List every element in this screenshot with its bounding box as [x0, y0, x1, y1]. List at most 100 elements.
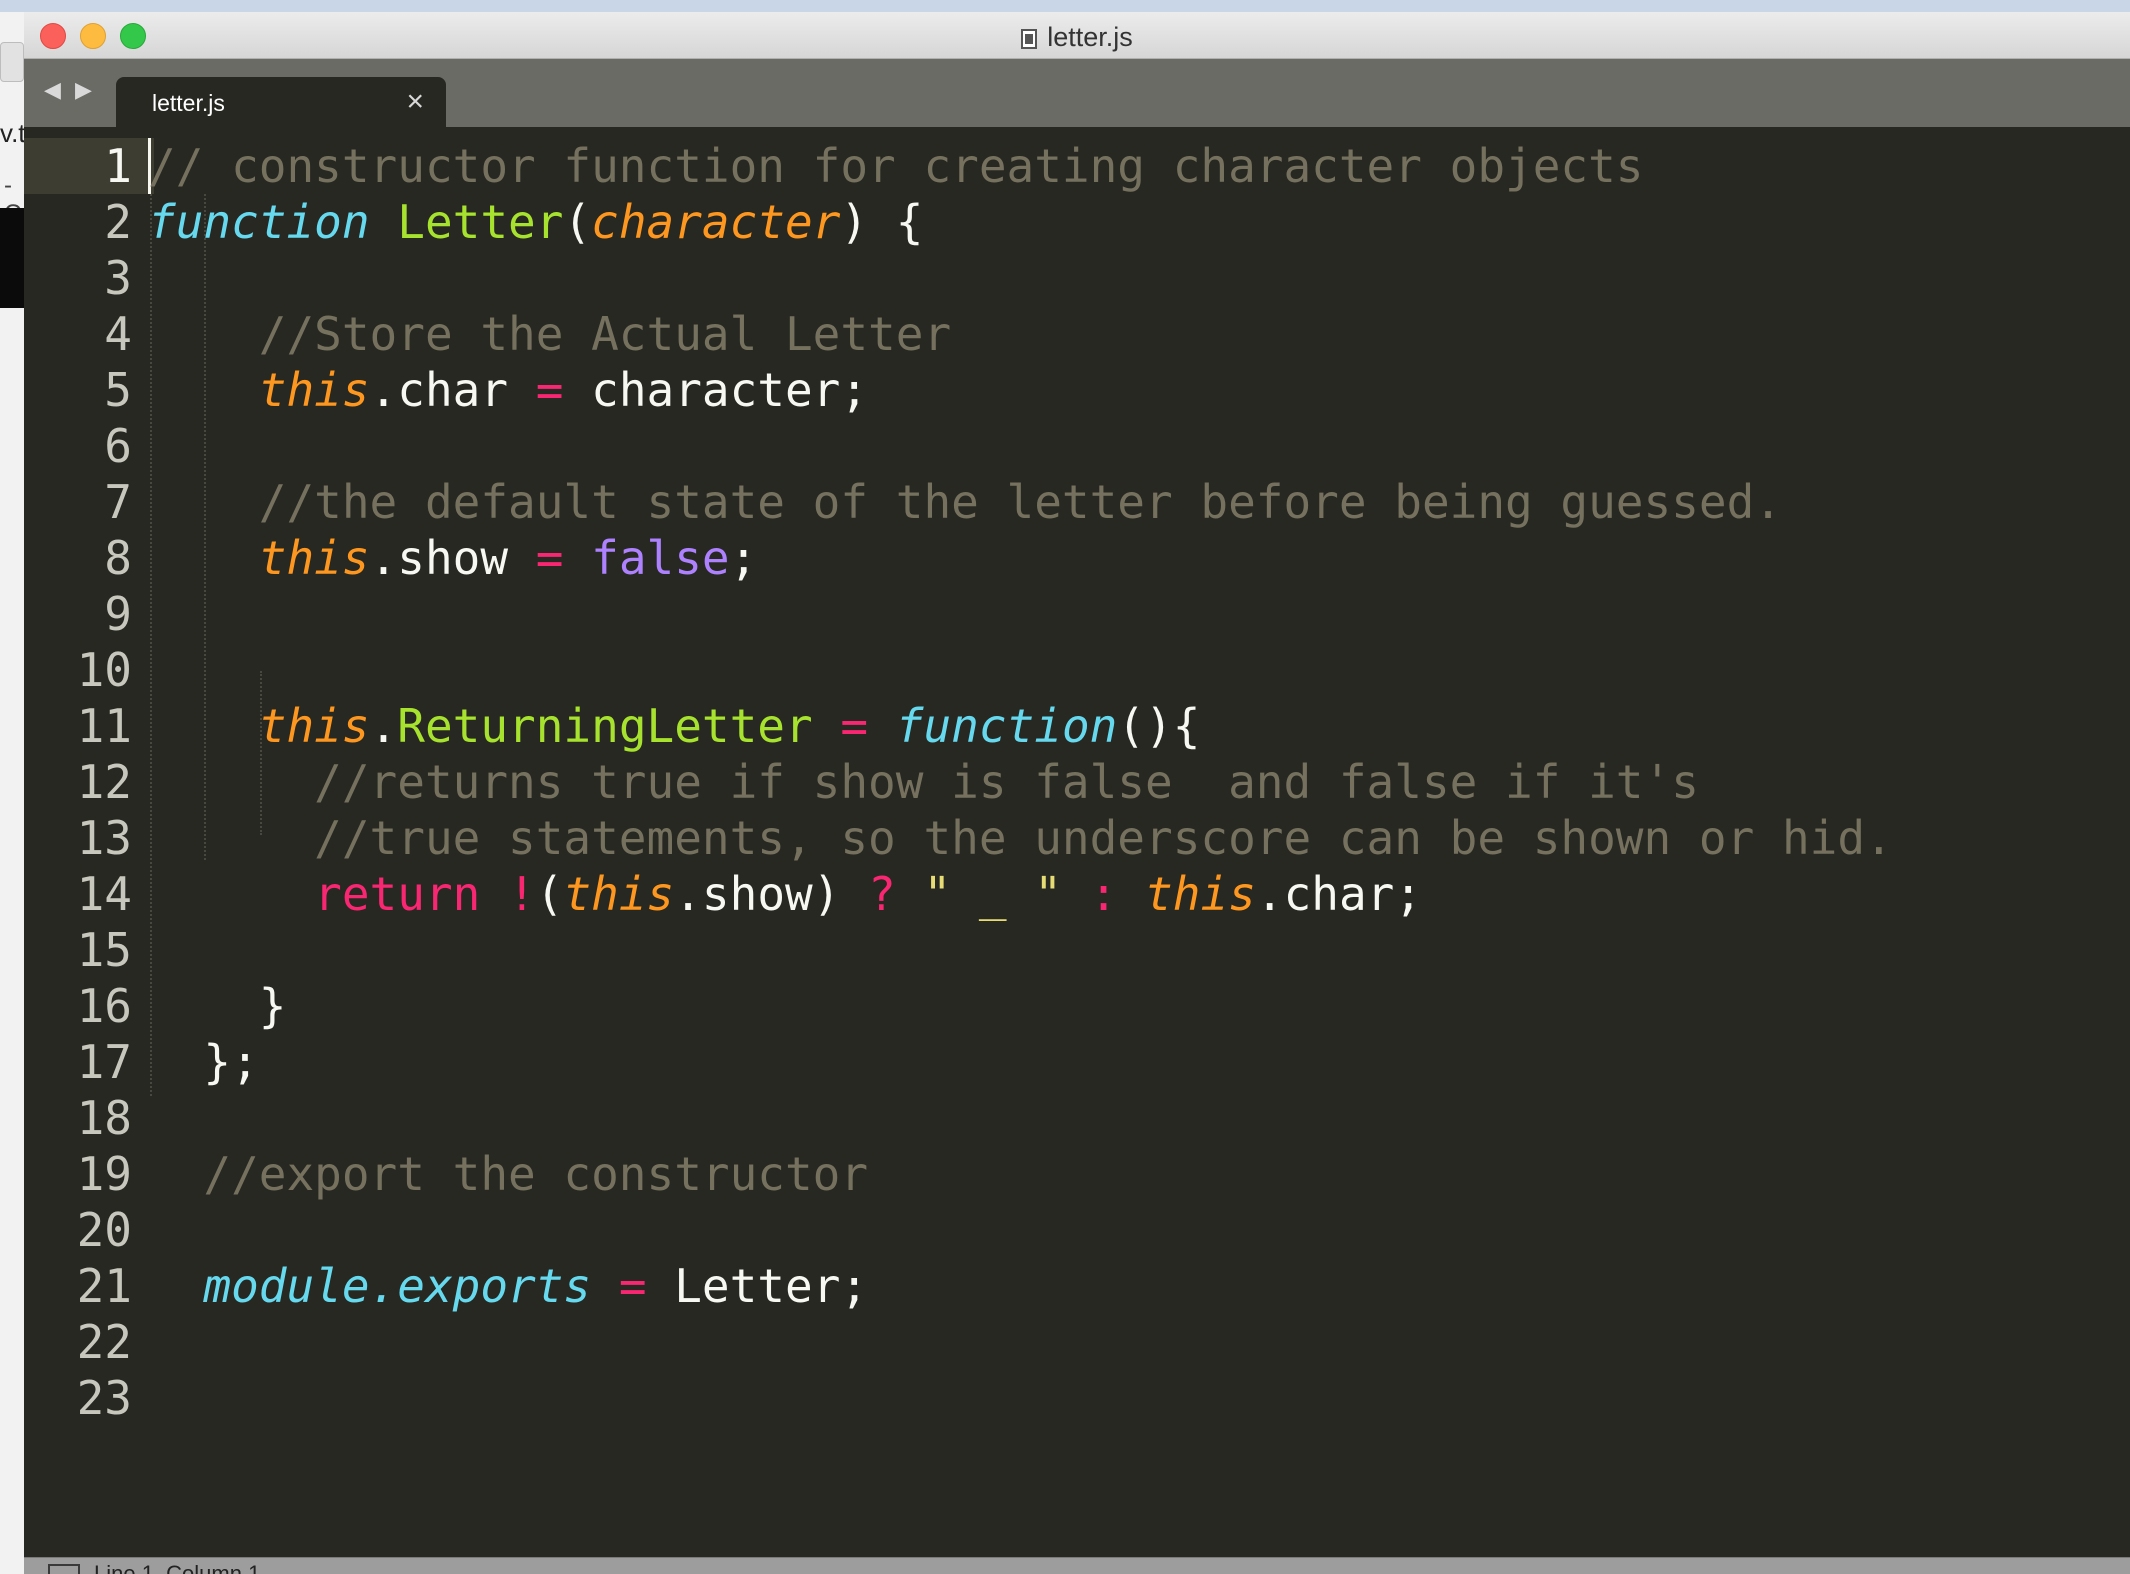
code-token: ( [535, 867, 564, 921]
background-browser-window[interactable]: v.tu - C [0, 12, 40, 1574]
code-text: this.ReturningLetter = function(){ [148, 698, 1201, 754]
code-text: //returns true if show is false and fals… [148, 754, 1699, 810]
code-text: } [148, 978, 287, 1034]
code-line[interactable]: 14 return !(this.show) ? " _ " : this.ch… [24, 866, 2130, 922]
line-number: 17 [76, 1035, 132, 1089]
code-token: //true statements, so the underscore can… [314, 811, 1893, 865]
line-number: 13 [76, 811, 132, 865]
code-token: ) { [840, 195, 924, 249]
line-number: 4 [104, 307, 132, 361]
line-number: 19 [76, 1147, 132, 1201]
code-token: = [618, 1259, 647, 1313]
code-line[interactable]: 20 [24, 1202, 2130, 1258]
line-number: 3 [104, 251, 132, 305]
code-line[interactable]: 9 [24, 586, 2130, 642]
code-text: // constructor function for creating cha… [148, 138, 1644, 194]
line-number: 10 [76, 643, 132, 697]
code-token: ! [508, 867, 536, 921]
code-line[interactable]: 10 [24, 642, 2130, 698]
tab-label: letter.js [152, 90, 225, 116]
code-line[interactable]: 18 [24, 1090, 2130, 1146]
code-editor[interactable]: 1 // constructor function for creating ch… [24, 127, 2130, 1558]
code-line[interactable]: 19 //export the constructor [24, 1146, 2130, 1202]
code-token: ; [729, 531, 758, 585]
code-line[interactable]: 15 [24, 922, 2130, 978]
line-number: 14 [76, 867, 132, 921]
code-line[interactable]: 1 // constructor function for creating ch… [24, 138, 2130, 194]
tab-navigation-arrows-icon[interactable]: ◀ ▶ [44, 77, 96, 103]
line-number: 20 [76, 1203, 132, 1257]
code-token: ( [563, 195, 592, 249]
code-text: }; [148, 1034, 259, 1090]
code-text: function Letter(character) { [148, 194, 923, 250]
code-token: Letter; [646, 1259, 869, 1313]
code-token: }; [148, 1035, 259, 1089]
status-bar: Line 1, Column 1 [24, 1557, 2130, 1574]
tab-close-icon[interactable]: × [406, 85, 424, 119]
code-token: this [563, 867, 675, 921]
code-token: module.exports [203, 1259, 592, 1313]
code-token: this [1145, 867, 1256, 921]
code-line[interactable]: 11 this.ReturningLetter = function(){ [24, 698, 2130, 754]
code-token: false [591, 531, 730, 585]
code-text: //export the constructor [148, 1146, 868, 1202]
code-token: .show [369, 531, 536, 585]
code-token: = [535, 363, 564, 417]
code-token: //Store the Actual Letter [258, 307, 952, 361]
code-text: //Store the Actual Letter [148, 306, 951, 362]
code-text: //true statements, so the underscore can… [148, 810, 1893, 866]
code-text: module.exports = Letter; [148, 1258, 868, 1314]
code-token: //returns true if show is false and fals… [314, 755, 1699, 809]
code-line[interactable]: 21 module.exports = Letter; [24, 1258, 2130, 1314]
line-number: 21 [76, 1259, 132, 1313]
code-token: function [148, 195, 370, 249]
background-button [0, 42, 24, 82]
code-line[interactable]: 12 //returns true if show is false and f… [24, 754, 2130, 810]
code-token: .char [369, 363, 536, 417]
code-line[interactable]: 7 //the default state of the letter befo… [24, 474, 2130, 530]
code-line[interactable]: 8 this.show = false; [24, 530, 2130, 586]
code-line[interactable]: 4 //Store the Actual Letter [24, 306, 2130, 362]
line-number: 7 [104, 475, 132, 529]
code-token: .show) [674, 867, 869, 921]
code-token: = [535, 531, 564, 585]
code-line[interactable]: 3 [24, 250, 2130, 306]
code-token: (){ [1117, 699, 1201, 753]
code-line[interactable]: 2 function Letter(character) { [24, 194, 2130, 250]
line-number: 15 [76, 923, 132, 977]
line-number: 22 [76, 1315, 132, 1369]
code-token: ? [868, 867, 896, 921]
code-line[interactable]: 5 this.char = character; [24, 362, 2130, 418]
code-line[interactable]: 22 [24, 1314, 2130, 1370]
code-token: = [840, 699, 869, 753]
code-line[interactable]: 23 [24, 1370, 2130, 1426]
panel-toggle-icon[interactable] [48, 1564, 80, 1574]
line-number: 5 [104, 363, 132, 417]
window-title: letter.js [24, 22, 2130, 53]
code-line[interactable]: 6 [24, 418, 2130, 474]
code-line[interactable]: 17 }; [24, 1034, 2130, 1090]
code-token: " _ " [923, 867, 1062, 921]
code-line[interactable]: 16 } [24, 978, 2130, 1034]
code-token: // constructor function for creating cha… [148, 139, 1644, 193]
tab-letter-js[interactable]: letter.js × [116, 77, 446, 127]
code-line[interactable]: 13 //true statements, so the underscore … [24, 810, 2130, 866]
window-title-text: letter.js [1047, 22, 1133, 52]
title-bar[interactable]: letter.js [24, 12, 2130, 59]
code-text: //the default state of the letter before… [148, 474, 1782, 530]
code-text: this.char = character; [148, 362, 868, 418]
code-token: this [258, 363, 370, 417]
line-number: 11 [76, 699, 132, 753]
code-token: Letter [397, 195, 564, 249]
